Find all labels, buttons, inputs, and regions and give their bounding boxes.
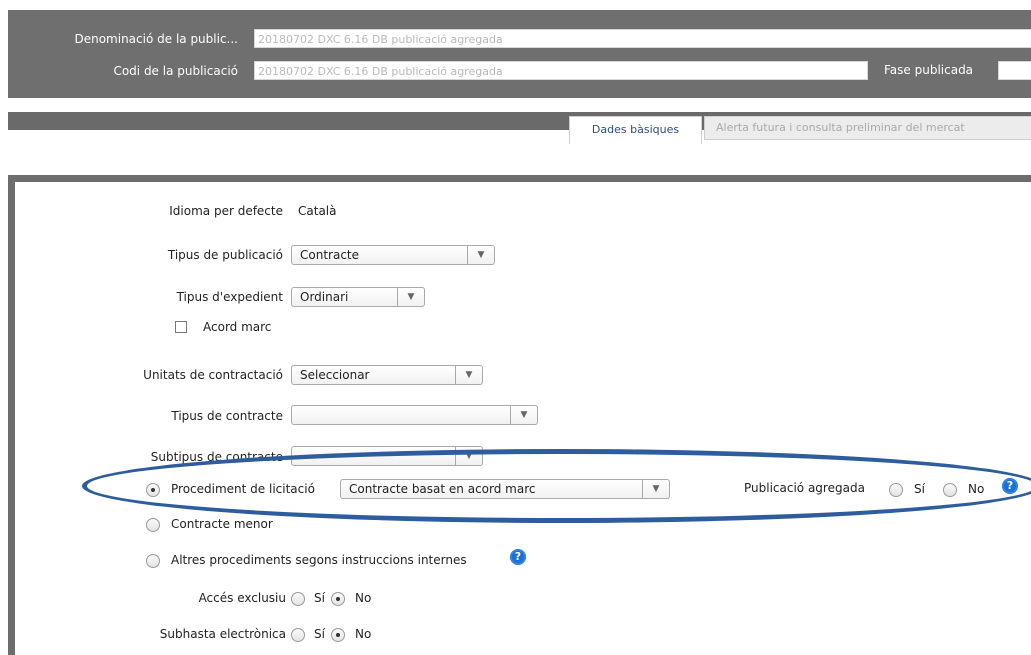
- contracte-menor-label: Contracte menor: [171, 517, 273, 531]
- publicacio-agregada-si-label: Sí: [914, 482, 925, 496]
- unitats-value: Seleccionar: [300, 368, 370, 382]
- subhasta-no-label: No: [355, 627, 372, 641]
- chevron-down-icon: ▼: [510, 406, 537, 424]
- acces-exclusiu-no-label: No: [355, 591, 372, 605]
- contracte-menor-radio[interactable]: [146, 518, 160, 532]
- procediment-select[interactable]: Contracte basat en acord marc ▼: [340, 479, 670, 499]
- procediment-label: Procediment de licitació: [171, 482, 315, 496]
- acces-exclusiu-si-radio[interactable]: [291, 592, 305, 606]
- tab-alerta-futura[interactable]: Alerta futura i consulta preliminar del …: [704, 116, 1031, 140]
- unitats-label: Unitats de contractació: [143, 368, 283, 382]
- tipus-publicacio-label: Tipus de publicació: [167, 248, 283, 262]
- chevron-down-icon: ▼: [397, 288, 424, 306]
- tipus-contracte-select[interactable]: ▼: [291, 405, 538, 425]
- fase-label: Fase publicada: [884, 63, 974, 77]
- tipus-expedient-value: Ordinari: [300, 290, 349, 304]
- denominacio-label: Denominació de la public...: [74, 32, 238, 46]
- codi-row: Codi de la publicació: [8, 61, 238, 81]
- acces-exclusiu-label: Accés exclusiu: [198, 591, 286, 605]
- altres-procediments-radio[interactable]: [146, 554, 160, 568]
- subtipus-select[interactable]: ▼: [291, 446, 483, 466]
- acord-marc-label: Acord marc: [203, 320, 272, 334]
- chevron-down-icon: ▼: [642, 480, 669, 498]
- tipus-publicacio-value: Contracte: [300, 248, 360, 262]
- help-icon[interactable]: ?: [1002, 478, 1018, 494]
- subhasta-si-label: Sí: [314, 627, 325, 641]
- tipus-expedient-select[interactable]: Ordinari ▼: [291, 287, 425, 307]
- subhasta-si-radio[interactable]: [291, 628, 305, 642]
- tipus-contracte-label: Tipus de contracte: [171, 409, 283, 423]
- idioma-value: Català: [298, 204, 337, 218]
- idioma-label: Idioma per defecte: [169, 204, 283, 218]
- subhasta-no-radio[interactable]: [331, 628, 345, 642]
- denominacio-field[interactable]: 20180702 DXC 6.16 DB publicació agregada: [254, 29, 1031, 48]
- chevron-down-icon: ▼: [467, 246, 494, 264]
- help-icon[interactable]: ?: [510, 549, 526, 565]
- altres-procediments-label: Altres procediments segons instruccions …: [171, 553, 467, 567]
- subtipus-label: Subtipus de contracte: [150, 450, 283, 464]
- chevron-down-icon: ▼: [455, 366, 482, 384]
- publicacio-agregada-no-radio[interactable]: [943, 483, 957, 497]
- unitats-select[interactable]: Seleccionar ▼: [291, 365, 483, 385]
- codi-field[interactable]: 20180702 DXC 6.16 DB publicació agregada: [254, 61, 868, 80]
- tipus-publicacio-select[interactable]: Contracte ▼: [291, 245, 495, 265]
- codi-label: Codi de la publicació: [113, 64, 238, 78]
- publicacio-agregada-si-radio[interactable]: [889, 483, 903, 497]
- chevron-down-icon: ▼: [455, 447, 482, 465]
- publication-header: Denominació de la public... 20180702 DXC…: [8, 10, 1031, 98]
- tipus-expedient-label: Tipus d'expedient: [176, 290, 283, 304]
- acces-exclusiu-si-label: Sí: [314, 591, 325, 605]
- publicacio-agregada-no-label: No: [968, 482, 985, 496]
- subhasta-label: Subhasta electrònica: [159, 627, 286, 641]
- acces-exclusiu-no-radio[interactable]: [331, 592, 345, 606]
- denominacio-row: Denominació de la public...: [8, 29, 238, 49]
- tab-dades-basiques[interactable]: Dades bàsiques: [569, 116, 702, 144]
- fase-field[interactable]: [998, 61, 1031, 80]
- procediment-value: Contracte basat en acord marc: [349, 482, 536, 496]
- procediment-radio[interactable]: [146, 483, 160, 497]
- acord-marc-checkbox[interactable]: [175, 321, 187, 333]
- publicacio-agregada-label: Publicació agregada: [744, 481, 865, 495]
